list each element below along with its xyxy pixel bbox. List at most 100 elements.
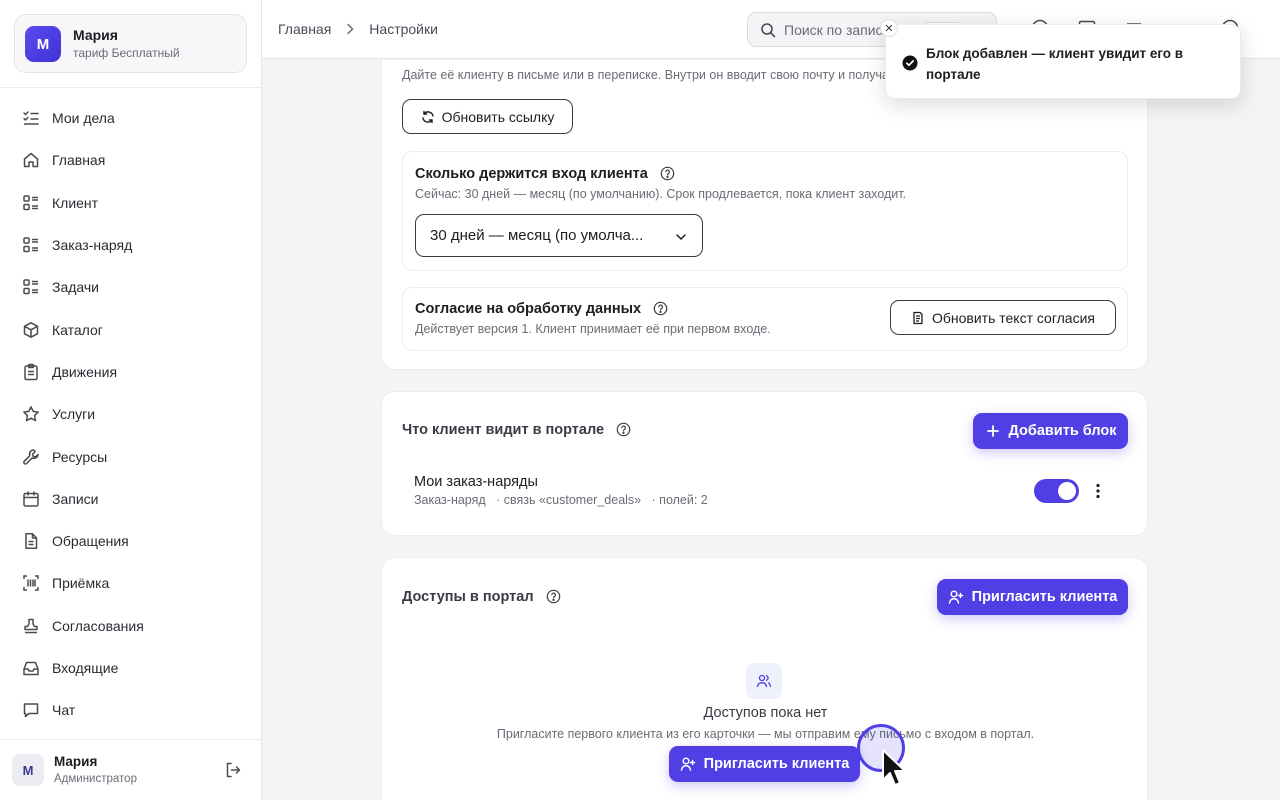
empty-state-invite-label: Пригласить клиента [703, 756, 850, 772]
workspace-switcher[interactable]: М Мария тариф Бесплатный [14, 14, 247, 73]
toggle-knob [1058, 482, 1076, 500]
logout-icon[interactable] [224, 761, 242, 779]
sidebar-item-label: Обращения [52, 533, 129, 550]
sidebar-item-label: Чат [52, 702, 76, 719]
portal-block-entity: Заказ-наряд [414, 493, 486, 507]
workspace-name: Мария [73, 27, 118, 43]
document-icon [22, 532, 40, 550]
sidebar-item-intake[interactable]: Приёмка [14, 562, 248, 604]
sidebar-item-services[interactable]: Услуги [14, 393, 248, 435]
sidebar-item-label: Согласования [52, 617, 144, 634]
sidebar-item-label: Клиент [52, 194, 99, 211]
user-plus-icon [948, 589, 964, 605]
chevron-right-icon [343, 22, 357, 36]
portal-block-meta: Заказ-наряд · связь «customer_deals» · п… [414, 493, 708, 507]
wrench-icon [22, 448, 40, 466]
breadcrumb: Главная Настройки [278, 21, 438, 37]
portal-access-card: Доступы в портал Пригласить клиента Дост… [381, 557, 1148, 800]
invite-client-button[interactable]: Пригласить клиента [937, 579, 1128, 615]
sidebar-item-catalog[interactable]: Каталог [14, 308, 248, 350]
update-consent-label: Обновить текст согласия [931, 309, 1095, 326]
calendar-icon [22, 490, 40, 508]
breadcrumb-home[interactable]: Главная [278, 21, 331, 37]
sidebar-divider [0, 87, 261, 88]
empty-state-note: Пригласите первого клиента из его карточ… [496, 727, 1035, 741]
box-icon [22, 321, 40, 339]
sidebar-item-label: Заказ-наряд [52, 237, 133, 254]
sidebar-item-my-tasks[interactable]: Мои дела [14, 97, 248, 139]
update-consent-button[interactable]: Обновить текст согласия [890, 300, 1116, 335]
toast-message: Блок добавлен — клиент увидит его в порт… [926, 46, 1184, 82]
sidebar-item-label: Мои дела [52, 110, 115, 127]
sidebar: М Мария тариф Бесплатный Мои дела Главна… [0, 0, 262, 800]
search-placeholder: Поиск по записям [784, 22, 884, 38]
sidebar-item-requests[interactable]: Обращения [14, 520, 248, 562]
sidebar-item-label: Услуги [52, 406, 96, 423]
close-icon[interactable]: ✕ [880, 19, 898, 37]
sidebar-item-appointments[interactable]: Записи [14, 478, 248, 520]
portal-blocks-title-text: Что клиент видит в портале [402, 422, 605, 438]
user-name: Мария [54, 754, 98, 769]
add-block-label: Добавить блок [1008, 423, 1117, 439]
refresh-icon [421, 110, 435, 124]
consent-note: Действует версия 1. Клиент принимает её … [415, 322, 771, 336]
session-duration-value: 30 дней — месяц (по умолча... [430, 227, 644, 244]
sidebar-nav: Мои дела Главная Клиент Заказ-наряд Зада… [14, 97, 248, 731]
users-icon [746, 663, 782, 699]
portal-access-title-text: Доступы в портал [402, 589, 534, 605]
portal-block-toggle[interactable] [1034, 479, 1079, 503]
sidebar-item-resources[interactable]: Ресурсы [14, 435, 248, 477]
user-role: Администратор [54, 773, 137, 785]
list-check-icon [22, 109, 40, 127]
more-vertical-icon[interactable] [1088, 481, 1108, 501]
search-icon [760, 22, 776, 38]
sidebar-item-label: Ресурсы [52, 448, 108, 465]
star-icon [22, 405, 40, 423]
portal-block-relation: · связь «customer_deals» [496, 493, 642, 507]
consent-title: Согласие на обработку данных [415, 301, 668, 317]
help-circle-icon[interactable] [653, 301, 668, 316]
portal-blocks-title: Что клиент видит в портале [402, 422, 631, 438]
workspace-avatar: М [25, 26, 61, 62]
sidebar-item-client[interactable]: Клиент [14, 182, 248, 224]
workspace-plan: тариф Бесплатный [73, 46, 180, 60]
check-circle-icon [902, 55, 918, 71]
session-duration-select[interactable]: 30 дней — месяц (по умолча... [415, 214, 703, 257]
current-user[interactable]: М Мария Администратор [0, 740, 261, 800]
chevron-down-icon [674, 230, 688, 244]
sidebar-item-label: Приёмка [52, 575, 110, 592]
grid-list-icon [22, 278, 40, 296]
help-circle-icon[interactable] [616, 422, 631, 437]
breadcrumb-current: Настройки [369, 21, 438, 37]
help-circle-icon[interactable] [660, 166, 675, 181]
inbox-icon [22, 659, 40, 677]
sidebar-item-label: Записи [52, 490, 99, 507]
scan-icon [22, 574, 40, 592]
avatar: М [12, 754, 44, 786]
sidebar-item-label: Главная [52, 152, 106, 169]
client-access-settings-card: Дайте её клиенту в письме или в переписк… [381, 60, 1148, 370]
chat-icon [22, 701, 40, 719]
plus-icon [985, 423, 1001, 439]
sidebar-item-chat[interactable]: Чат [14, 689, 248, 731]
empty-state-title: Доступов пока нет [703, 705, 828, 721]
sidebar-item-label: Входящие [52, 660, 119, 676]
portal-access-title: Доступы в портал [402, 589, 561, 605]
refresh-link-button[interactable]: Обновить ссылку [402, 99, 573, 134]
sidebar-item-approvals[interactable]: Согласования [14, 605, 248, 647]
stamp-icon [22, 617, 40, 635]
sidebar-item-work-orders[interactable]: Заказ-наряд [14, 224, 248, 266]
portal-blocks-card: Что клиент видит в портале Добавить блок… [381, 391, 1148, 536]
sidebar-item-tasks[interactable]: Задачи [14, 266, 248, 308]
help-circle-icon[interactable] [546, 589, 561, 604]
sidebar-item-movements[interactable]: Движения [14, 351, 248, 393]
sidebar-item-home[interactable]: Главная [14, 139, 248, 181]
data-consent-panel: Согласие на обработку данных Действует в… [402, 287, 1128, 351]
portal-block-name: Мои заказ-наряды [414, 474, 538, 490]
add-block-button[interactable]: Добавить блок [973, 413, 1128, 449]
sidebar-item-label: Движения [52, 363, 118, 380]
empty-state-invite-button[interactable]: Пригласить клиента [669, 746, 860, 782]
clipboard-icon [22, 363, 40, 381]
main-content: Дайте её клиенту в письме или в переписк… [262, 60, 1280, 800]
sidebar-item-inbox[interactable]: Входящие [14, 647, 248, 689]
